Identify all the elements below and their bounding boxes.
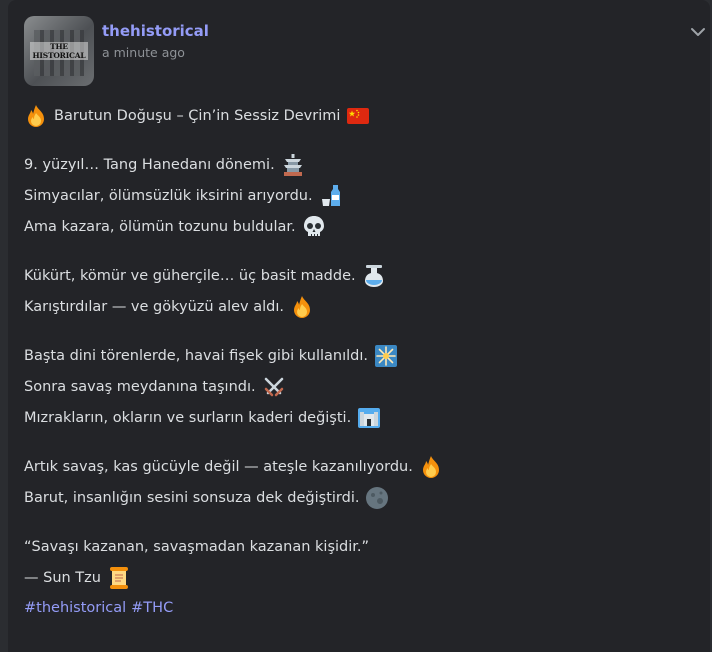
post-line-text: “Savaşı kazanan, savaşmadan kazanan kişi… bbox=[24, 538, 370, 555]
chevron-down-icon[interactable] bbox=[690, 26, 706, 38]
post-line-text: Ama kazara, ölümün tozunu buldular. bbox=[24, 218, 296, 235]
post-line-text: Simyacılar, ölümsüzlük iksirini arıyordu… bbox=[24, 187, 313, 204]
hashtag-link[interactable]: #thehistorical bbox=[24, 598, 126, 618]
post-line: Karıştırdılar — ve gökyüzü alev aldı. bbox=[24, 291, 694, 322]
hashtag-link[interactable]: #THC bbox=[131, 598, 173, 618]
timestamp: a minute ago bbox=[102, 45, 185, 60]
post-card: THE HISTORICAL thehistorical a minute ag… bbox=[8, 0, 710, 652]
skull-icon bbox=[303, 215, 324, 236]
avatar[interactable]: THE HISTORICAL bbox=[24, 16, 94, 86]
crossed-swords-icon bbox=[264, 377, 283, 396]
post-line: Başta dini törenlerde, havai fişek gibi … bbox=[24, 340, 694, 371]
flask-icon bbox=[364, 264, 383, 287]
post-line-text: Mızrakların, okların ve surların kaderi … bbox=[24, 409, 352, 426]
sake-icon bbox=[321, 184, 340, 206]
fireworks-icon bbox=[374, 344, 397, 367]
fire-icon bbox=[28, 104, 44, 127]
post-line-text: Karıştırdılar — ve gökyüzü alev aldı. bbox=[24, 298, 284, 315]
post-line: Artık savaş, kas gücüyle değil — ateşle … bbox=[24, 451, 694, 482]
fire-icon bbox=[422, 455, 439, 478]
post-line-text: Sonra savaş meydanına taşındı. bbox=[24, 378, 256, 395]
post-line-text: — Sun Tzu bbox=[24, 569, 101, 586]
post-line: Kükürt, kömür ve güherçile… üç basit mad… bbox=[24, 260, 694, 291]
post-line-text: Barutun Doğuşu – Çin’in Sessiz Devrimi bbox=[54, 107, 341, 124]
fire-icon bbox=[293, 295, 310, 318]
username[interactable]: thehistorical bbox=[102, 22, 209, 40]
castle-icon bbox=[358, 407, 381, 428]
post-line-text: 9. yüzyıl… Tang Hanedanı dönemi. bbox=[24, 156, 275, 173]
post-content: Barutun Doğuşu – Çin’in Sessiz Devrimi 9… bbox=[24, 100, 694, 619]
post-line-text: Barut, insanlığın sesini sonsuza dek değ… bbox=[24, 489, 360, 506]
post-line: Simyacılar, ölümsüzlük iksirini arıyordu… bbox=[24, 180, 694, 211]
post-line-text: Artık savaş, kas gücüyle değil — ateşle … bbox=[24, 458, 413, 475]
post-line: Sonra savaş meydanına taşındı. bbox=[24, 371, 694, 402]
moon-icon bbox=[366, 486, 389, 509]
post-line: “Savaşı kazanan, savaşmadan kazanan kişi… bbox=[24, 531, 694, 562]
post-line-text: Kükürt, kömür ve güherçile… üç basit mad… bbox=[24, 267, 356, 284]
post-line-text: Başta dini törenlerde, havai fişek gibi … bbox=[24, 347, 368, 364]
post-line: Mızrakların, okların ve surların kaderi … bbox=[24, 402, 694, 433]
post-line: Ama kazara, ölümün tozunu buldular. bbox=[24, 211, 694, 242]
post-line: 9. yüzyıl… Tang Hanedanı dönemi. bbox=[24, 149, 694, 180]
hashtag-row: #thehistorical #THC bbox=[24, 597, 694, 619]
china-flag-icon bbox=[347, 107, 370, 124]
avatar-logo-text: THE HISTORICAL bbox=[30, 42, 88, 60]
post-line: Barut, insanlığın sesini sonsuza dek değ… bbox=[24, 482, 694, 513]
pagoda-icon bbox=[283, 153, 302, 176]
scroll-icon bbox=[109, 566, 128, 589]
post-line: — Sun Tzu bbox=[24, 562, 694, 593]
post-line: Barutun Doğuşu – Çin’in Sessiz Devrimi bbox=[24, 100, 694, 131]
